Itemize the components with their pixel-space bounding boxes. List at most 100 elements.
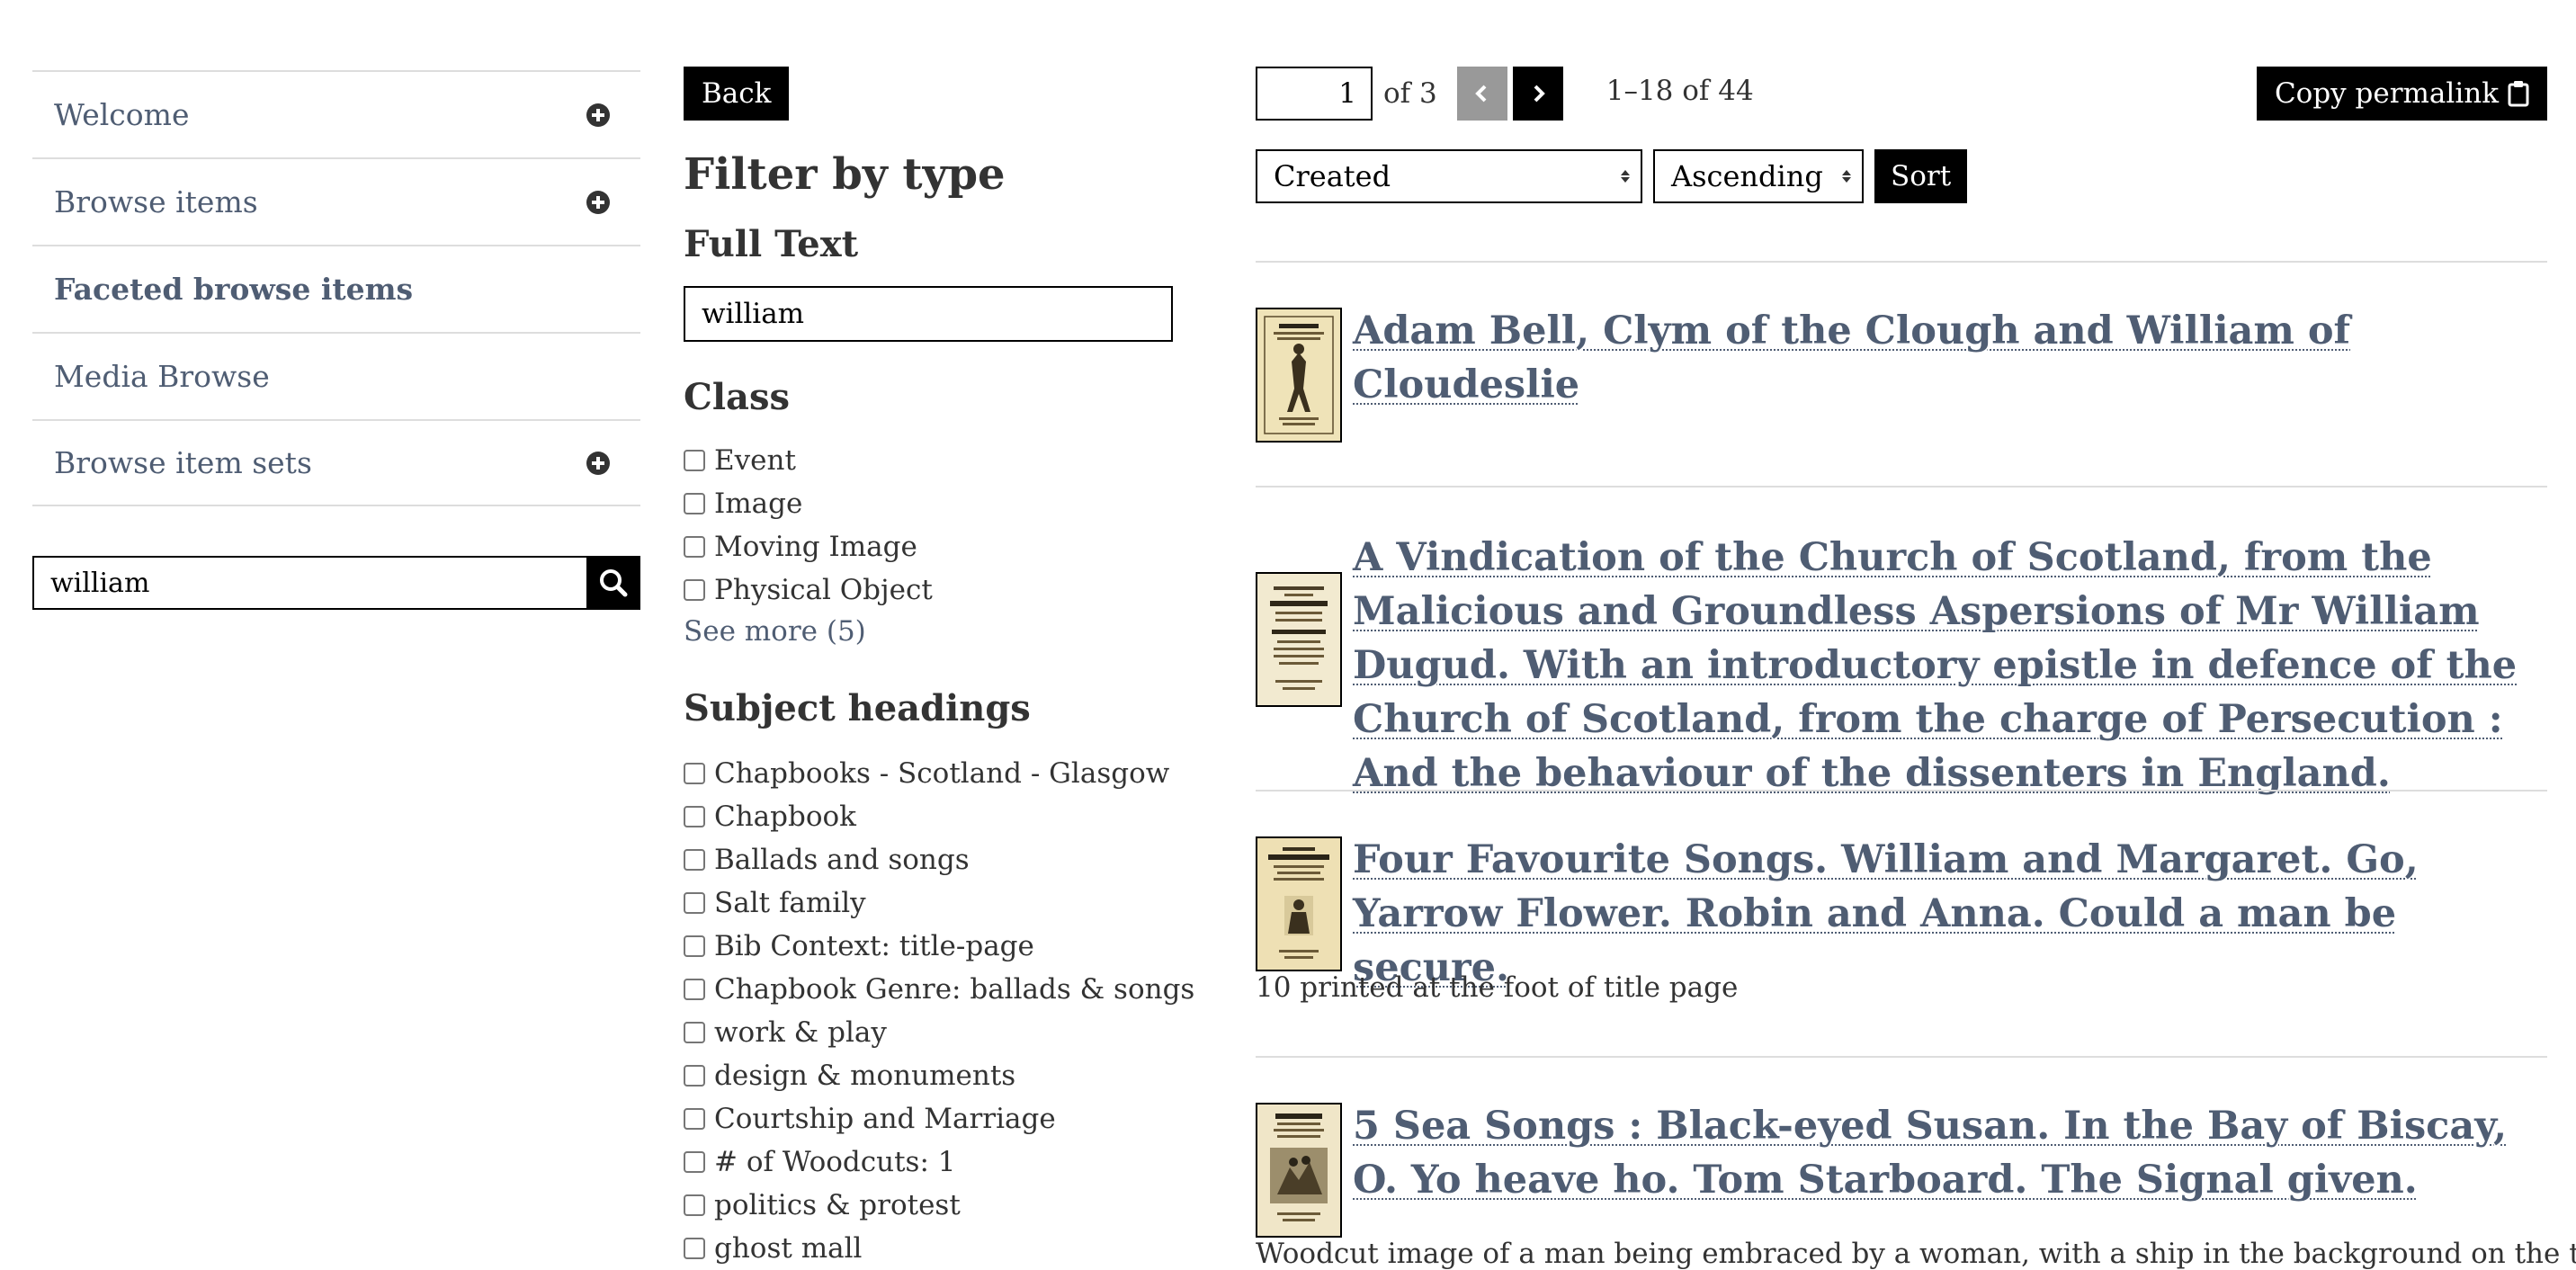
- subject-option-label: Chapbook: [714, 800, 856, 833]
- checkbox[interactable]: [684, 579, 705, 601]
- sort-by-value: Created: [1274, 159, 1391, 193]
- facet-panel-title: Filter by type: [684, 149, 1006, 200]
- result-thumbnail[interactable]: [1256, 572, 1342, 707]
- site-navigation: Welcome Browse items Faceted browse item…: [32, 70, 640, 506]
- nav-item-label: Faceted browse items: [54, 272, 414, 307]
- subject-option-label: Salt family: [714, 887, 866, 919]
- class-checkbox-list: Event Image Moving Image Physical Object: [684, 439, 933, 612]
- subject-option-label: Bib Context: title-page: [714, 930, 1034, 962]
- class-option-label: Physical Object: [714, 574, 933, 606]
- subject-option[interactable]: Ballads and songs: [684, 838, 1194, 881]
- checkbox[interactable]: [684, 1238, 705, 1259]
- fulltext-input[interactable]: [684, 286, 1173, 342]
- subject-option-label: Ballads and songs: [714, 844, 970, 876]
- expand-plus-icon[interactable]: [586, 451, 610, 475]
- subject-option-label: # of Woodcuts: 1: [714, 1146, 956, 1178]
- sort-order-select[interactable]: Ascending: [1653, 149, 1864, 203]
- copy-permalink-label: Copy permalink: [2274, 77, 2499, 110]
- result-description: Woodcut image of a man being embraced by…: [1256, 1238, 2576, 1270]
- subject-option-label: politics & protest: [714, 1189, 961, 1221]
- subject-option-label: design & monuments: [714, 1060, 1016, 1092]
- sort-order-value: Ascending: [1671, 159, 1823, 193]
- result-title-link[interactable]: Four Favourite Songs. William and Margar…: [1353, 833, 2547, 995]
- copy-permalink-button[interactable]: Copy permalink: [2256, 67, 2547, 121]
- nav-item-media-browse[interactable]: Media Browse: [32, 332, 640, 419]
- nav-item-label: Browse item sets: [54, 445, 312, 480]
- class-heading: Class: [684, 376, 790, 418]
- checkbox[interactable]: [684, 849, 705, 871]
- nav-item-label: Browse items: [54, 184, 258, 219]
- expand-plus-icon[interactable]: [586, 103, 610, 127]
- subject-option-label: ghost mall: [714, 1232, 863, 1265]
- sort-button[interactable]: Sort: [1874, 149, 1968, 203]
- subject-option[interactable]: Chapbook: [684, 795, 1194, 838]
- checkbox[interactable]: [684, 493, 705, 514]
- subject-option-label: Courtship and Marriage: [714, 1103, 1056, 1135]
- checkbox[interactable]: [684, 979, 705, 1000]
- nav-item-faceted-browse-items[interactable]: Faceted browse items: [32, 245, 640, 332]
- next-page-button[interactable]: [1512, 67, 1563, 121]
- checkbox[interactable]: [684, 1151, 705, 1173]
- previous-page-button[interactable]: [1456, 67, 1507, 121]
- checkbox[interactable]: [684, 1108, 705, 1130]
- class-option-label: Event: [714, 444, 796, 477]
- class-option-label: Image: [714, 487, 803, 520]
- result-title-link[interactable]: 5 Sea Songs : Black-eyed Susan. In the B…: [1353, 1099, 2547, 1207]
- class-option[interactable]: Event: [684, 439, 933, 482]
- checkbox[interactable]: [684, 1194, 705, 1216]
- nav-item-browse-items[interactable]: Browse items: [32, 157, 640, 245]
- subject-option[interactable]: ghost mall: [684, 1227, 1194, 1270]
- subject-option[interactable]: Salt family: [684, 881, 1194, 925]
- nav-item-browse-item-sets[interactable]: Browse item sets: [32, 419, 640, 506]
- result-range: 1–18 of 44: [1606, 75, 1754, 107]
- subject-option[interactable]: # of Woodcuts: 1: [684, 1140, 1194, 1184]
- sort-by-select[interactable]: Created: [1256, 149, 1642, 203]
- result-item: A Vindication of the Church of Scotland,…: [1256, 486, 2547, 796]
- checkbox[interactable]: [684, 536, 705, 558]
- site-search-form: [32, 556, 640, 610]
- subject-option[interactable]: design & monuments: [684, 1054, 1194, 1097]
- subject-option-label: Chapbook Genre: ballads & songs: [714, 973, 1195, 1006]
- sort-controls: Created Ascending Sort: [1256, 149, 1968, 203]
- checkbox[interactable]: [684, 892, 705, 914]
- checkbox[interactable]: [684, 450, 705, 471]
- checkbox[interactable]: [684, 806, 705, 827]
- result-thumbnail[interactable]: [1256, 308, 1342, 443]
- subject-checkbox-list: Chapbooks - Scotland - Glasgow Chapbook …: [684, 752, 1194, 1270]
- result-description: 10 printed at the foot of title page: [1256, 971, 1739, 1004]
- checkbox[interactable]: [684, 763, 705, 784]
- pagination: of 3 1–18 of 44: [1256, 67, 1754, 121]
- nav-item-label: Welcome: [54, 97, 190, 132]
- see-more-link[interactable]: See more (5): [684, 615, 866, 648]
- result-title-link[interactable]: Adam Bell, Clym of the Clough and Willia…: [1353, 304, 2547, 412]
- class-option[interactable]: Moving Image: [684, 525, 933, 568]
- expand-plus-icon[interactable]: [586, 190, 610, 214]
- site-search-input[interactable]: [32, 556, 586, 610]
- site-search-button[interactable]: [586, 556, 640, 610]
- subject-option[interactable]: work & play: [684, 1011, 1194, 1054]
- checkbox[interactable]: [684, 1022, 705, 1043]
- subject-option[interactable]: Courtship and Marriage: [684, 1097, 1194, 1140]
- subject-option[interactable]: Bib Context: title-page: [684, 925, 1194, 968]
- result-title-link[interactable]: A Vindication of the Church of Scotland,…: [1353, 531, 2547, 800]
- chevron-right-icon: [1534, 85, 1545, 103]
- result-item: 5 Sea Songs : Black-eyed Susan. In the B…: [1256, 1056, 2576, 1270]
- checkbox[interactable]: [684, 1065, 705, 1087]
- checkbox[interactable]: [684, 935, 705, 957]
- result-thumbnail[interactable]: [1256, 836, 1342, 971]
- class-option[interactable]: Physical Object: [684, 568, 933, 612]
- page-number-input[interactable]: [1256, 67, 1373, 121]
- title-page-thumbnail-image: [1257, 574, 1340, 705]
- subject-option[interactable]: Chapbook Genre: ballads & songs: [684, 968, 1194, 1011]
- page-total: of 3: [1383, 77, 1437, 110]
- search-icon: [600, 569, 628, 597]
- nav-item-welcome[interactable]: Welcome: [32, 70, 640, 157]
- subject-option[interactable]: politics & protest: [684, 1184, 1194, 1227]
- back-button[interactable]: Back: [684, 67, 790, 121]
- subject-option[interactable]: Chapbooks - Scotland - Glasgow: [684, 752, 1194, 795]
- result-thumbnail[interactable]: [1256, 1103, 1342, 1238]
- nav-item-label: Media Browse: [54, 359, 270, 394]
- subject-option-label: work & play: [714, 1016, 887, 1049]
- clipboard-icon: [2508, 81, 2529, 107]
- class-option[interactable]: Image: [684, 482, 933, 525]
